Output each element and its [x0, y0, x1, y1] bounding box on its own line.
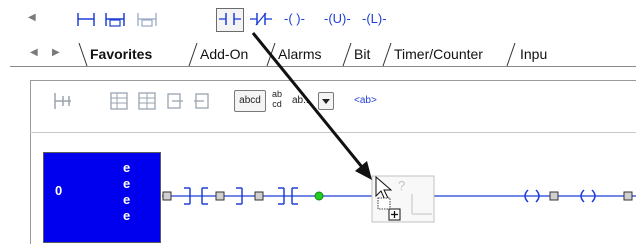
rung-node[interactable]: [162, 191, 172, 201]
rung-node[interactable]: [215, 191, 225, 201]
drop-marker: ?: [398, 178, 405, 193]
rung-node[interactable]: [623, 191, 633, 201]
rung-node[interactable]: [254, 191, 264, 201]
ladder-rung-diagram: ?: [162, 32, 636, 223]
drag-arrow: [251, 32, 372, 180]
insertion-point[interactable]: [314, 191, 324, 201]
add-copy-icon: [388, 208, 401, 221]
rung-node[interactable]: [549, 191, 559, 201]
